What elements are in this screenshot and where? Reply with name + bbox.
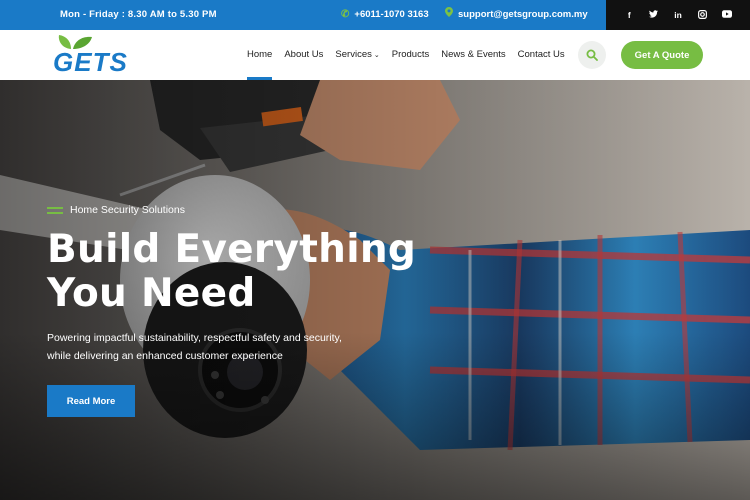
- location-pin-icon: [445, 0, 453, 30]
- email-address[interactable]: support@getsgroup.com.my: [458, 0, 588, 30]
- linkedin-icon[interactable]: in: [671, 10, 685, 20]
- read-more-button[interactable]: Read More: [47, 385, 135, 417]
- nav-about-us[interactable]: About Us: [284, 30, 323, 80]
- nav-services-label: Services: [335, 49, 372, 60]
- phone-contact[interactable]: ✆ +6011-1070 3163: [341, 0, 429, 30]
- nav-news-events[interactable]: News & Events: [441, 30, 505, 80]
- hero-banner: Home Security Solutions Build Everything…: [0, 80, 750, 500]
- double-line-icon: [47, 206, 63, 214]
- main-nav: Home About Us Services ⌄ Products News & …: [247, 30, 565, 80]
- phone-number[interactable]: +6011-1070 3163: [354, 0, 428, 30]
- twitter-icon[interactable]: [647, 10, 661, 20]
- social-links: f in: [606, 0, 750, 30]
- top-bar: Mon - Friday : 8.30 AM to 5.30 PM ✆ +601…: [0, 0, 750, 30]
- youtube-icon[interactable]: [720, 10, 734, 20]
- hero-subtitle-text: Home Security Solutions: [70, 204, 185, 216]
- hero-subtitle: Home Security Solutions: [47, 204, 185, 216]
- site-header: GETS Home About Us Services ⌄ Products Ne…: [0, 30, 750, 81]
- hero-description: Powering impactful sustainability, respe…: [47, 332, 342, 362]
- nav-products[interactable]: Products: [392, 30, 430, 80]
- nav-contact-us[interactable]: Contact Us: [518, 30, 565, 80]
- phone-icon: ✆: [341, 9, 350, 20]
- facebook-icon[interactable]: f: [622, 10, 636, 20]
- hero-headline-line2: You Need: [47, 271, 256, 316]
- get-a-quote-button[interactable]: Get A Quote: [621, 41, 703, 69]
- nav-services[interactable]: Services ⌄: [335, 30, 379, 80]
- logo-text: GETS: [53, 47, 128, 77]
- email-contact[interactable]: support@getsgroup.com.my: [445, 0, 588, 30]
- search-button[interactable]: [578, 41, 606, 69]
- chevron-down-icon: ⌄: [373, 52, 380, 59]
- hero-headline: Build Everything You Need: [47, 228, 416, 316]
- hero-headline-line1: Build Everything: [47, 227, 417, 272]
- gets-logo[interactable]: GETS: [53, 34, 133, 76]
- office-hours: Mon - Friday : 8.30 AM to 5.30 PM: [60, 9, 217, 20]
- nav-home[interactable]: Home: [247, 30, 273, 80]
- instagram-icon[interactable]: [695, 9, 709, 21]
- search-icon: [586, 49, 598, 61]
